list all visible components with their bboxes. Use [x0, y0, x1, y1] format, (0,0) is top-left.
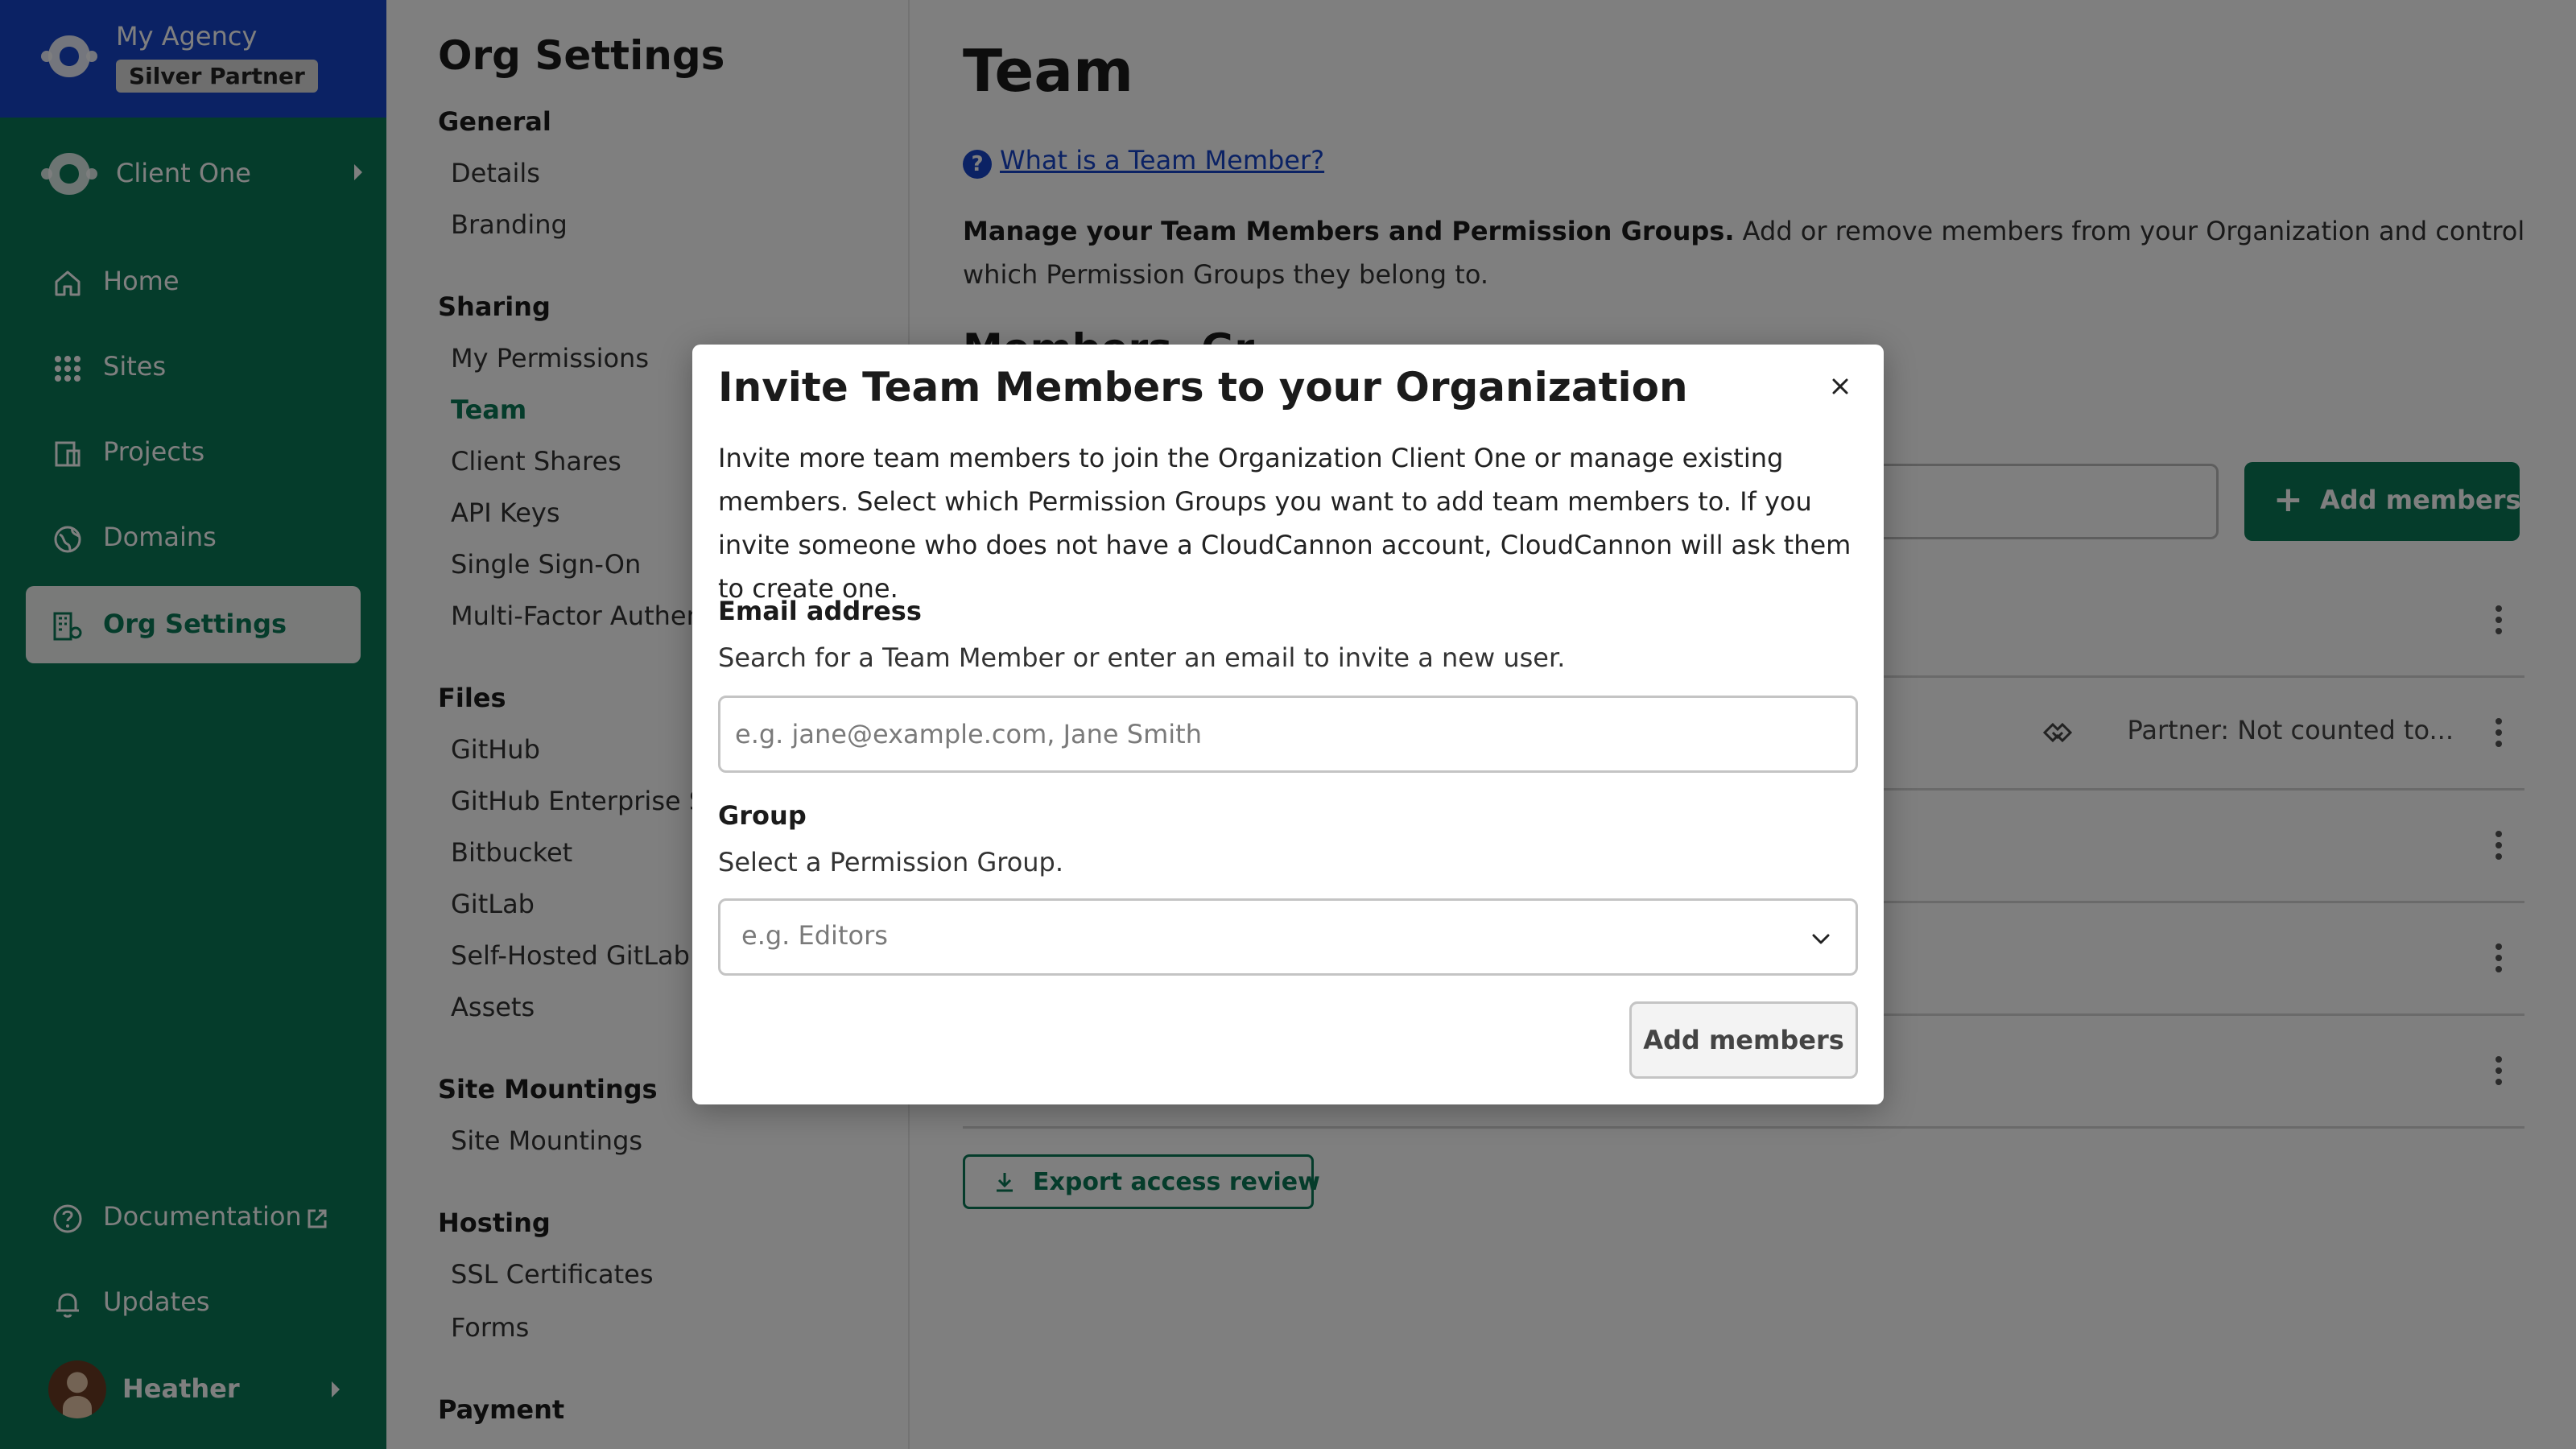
modal-description: Invite more team members to join the Org… [718, 443, 1852, 604]
email-help: Search for a Team Member or enter an ema… [718, 642, 1566, 673]
invite-modal: Invite Team Members to your Organization… [692, 345, 1884, 1104]
chevron-down-icon [1812, 934, 1830, 944]
group-label: Group [718, 800, 807, 831]
close-icon[interactable] [1823, 369, 1858, 404]
email-input[interactable] [718, 696, 1858, 773]
group-select[interactable]: e.g. Editors [718, 898, 1858, 976]
modal-add-members-label: Add members [1643, 1025, 1844, 1055]
email-label: Email address [718, 596, 922, 626]
group-help: Select a Permission Group. [718, 847, 1064, 877]
modal-add-members-button[interactable]: Add members [1629, 1001, 1858, 1079]
modal-title: Invite Team Members to your Organization [718, 364, 1688, 411]
group-select-placeholder: e.g. Editors [741, 920, 888, 951]
